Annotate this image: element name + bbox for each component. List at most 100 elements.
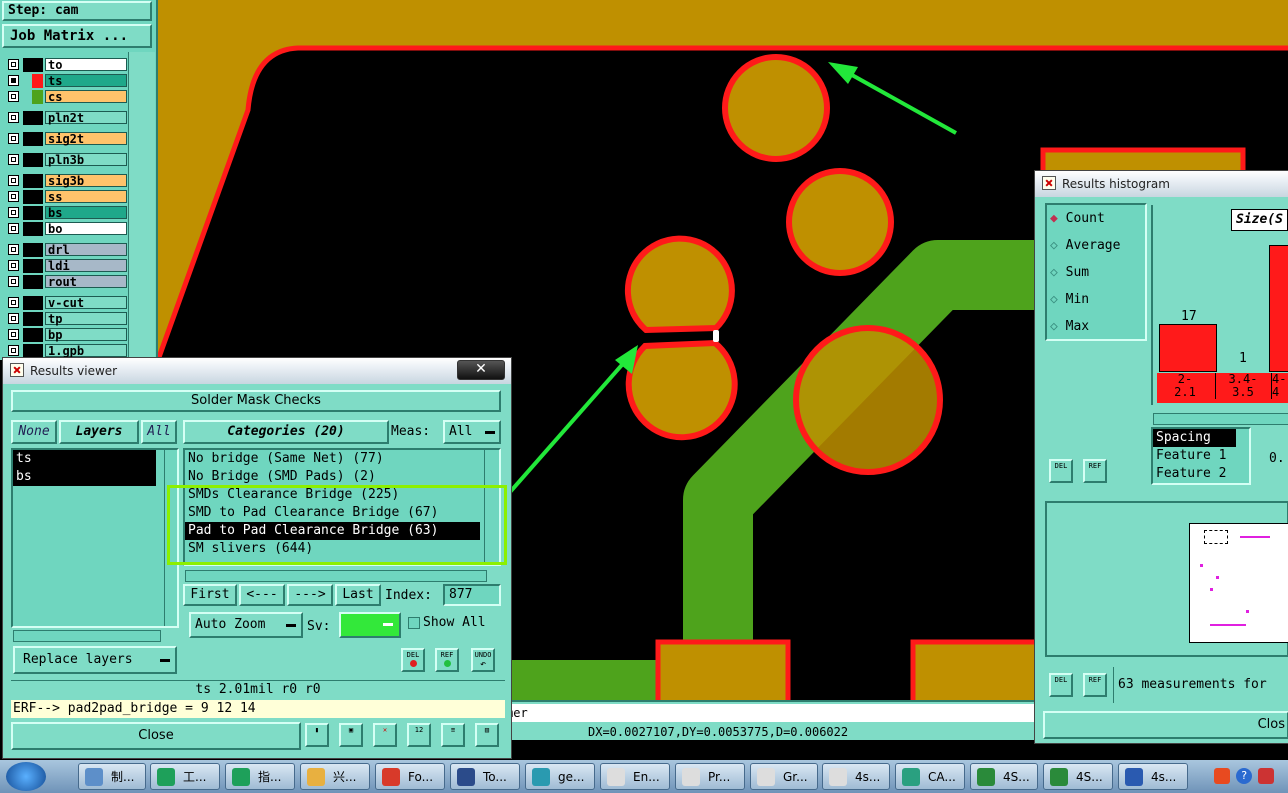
field-item[interactable]: Feature 1 [1153,447,1249,465]
sequence-icon[interactable]: 12 [407,723,431,747]
app-icon [457,768,475,786]
field-item[interactable]: Spacing [1153,429,1236,447]
solder-mask-checks-header: Solder Mask Checks [11,390,501,412]
job-matrix-button[interactable]: Job Matrix ... [2,24,152,48]
layer-row-tp[interactable]: tp [6,312,127,326]
scatter-point [1240,536,1270,538]
category-item[interactable]: No Bridge (SMD Pads) (2) [185,468,499,486]
layers-button[interactable]: Layers [59,420,139,444]
start-button[interactable] [6,762,46,791]
layer-row-ss[interactable]: ss [6,190,127,204]
auto-zoom-dropdown[interactable]: Auto Zoom [189,612,303,638]
layer-row-ts[interactable]: ts [6,74,127,88]
layer-scrollbar[interactable] [128,52,155,358]
taskbar-item[interactable]: CA... [895,763,965,790]
taskbar-item[interactable]: 4S... [1043,763,1113,790]
app-icon [232,768,250,786]
ref-cross-icon[interactable]: ✕ [373,723,397,747]
next-button[interactable]: ---> [287,584,333,606]
hist-ref-button[interactable]: REF [1083,459,1107,483]
layer-row-pln3b[interactable]: pln3b [6,153,127,167]
sv-label: Sv: [307,619,331,634]
results-viewer-title: Results viewer [30,364,118,378]
layer-row-rout[interactable]: rout [6,275,127,289]
categories-button[interactable]: Categories (20) [183,420,389,444]
auto-zoom-label: Auto Zoom [195,617,266,632]
taskbar-item[interactable]: Gr... [750,763,818,790]
first-button[interactable]: First [183,584,237,606]
index-input[interactable]: 877 [443,584,501,606]
histogram-bar[interactable] [1159,324,1217,372]
hist-del-button[interactable]: DEL [1049,459,1073,483]
category-item[interactable]: No bridge (Same Net) (77) [185,450,499,468]
none-button[interactable]: None [11,420,57,444]
export-icon[interactable]: ▣ [339,723,363,747]
layer-row-cs[interactable]: cs [6,90,127,104]
prev-button[interactable]: <--- [239,584,285,606]
option-min[interactable]: ◇ Min [1047,286,1145,313]
layer-row-pln2t[interactable]: pln2t [6,111,127,125]
layer-row-v-cut[interactable]: v-cut [6,296,127,310]
option-average[interactable]: ◇ Average [1047,232,1145,259]
layer-row-sig2t[interactable]: sig2t [6,132,127,146]
pad-lower [625,339,738,441]
field-list[interactable]: Spacing Feature 1 Feature 2 [1151,427,1251,485]
histogram-titlebar[interactable]: Results histogram [1035,171,1288,197]
results-viewer-window: Results viewer ✕ Solder Mask Checks None… [2,357,512,759]
option-sum[interactable]: ◇ Sum [1047,259,1145,286]
layer-row-to[interactable]: to [6,58,127,72]
taskbar-item[interactable]: En... [600,763,670,790]
taskbar-item[interactable]: 4s... [1118,763,1188,790]
close-button[interactable]: Close [11,722,301,750]
meas-dropdown[interactable]: All [443,420,501,444]
hist-del-button-2[interactable]: DEL [1049,673,1073,697]
taskbar-item[interactable]: Fo... [375,763,445,790]
bar-chart-icon[interactable]: ▥ [475,723,499,747]
sv-color-dropdown[interactable] [339,612,401,638]
layer-row-bp[interactable]: bp [6,328,127,342]
help-icon[interactable]: ? [1236,768,1252,784]
layer-list-hscroll[interactable] [13,630,161,642]
option-count[interactable]: ◆ Count [1047,205,1145,232]
taskbar-item[interactable]: 4S... [970,763,1038,790]
measurements-text: 63 measurements for [1113,667,1288,703]
field-item[interactable]: Feature 2 [1153,465,1249,483]
list-item[interactable]: ts [13,450,156,468]
del-button[interactable]: DEL [401,648,425,672]
histogram-close-button[interactable]: Clos [1043,711,1288,739]
report-icon[interactable]: ≡ [441,723,465,747]
hist-ref-button-2[interactable]: REF [1083,673,1107,697]
layer-row-sig3b[interactable]: sig3b [6,174,127,188]
taskbar-item[interactable]: To... [450,763,520,790]
last-button[interactable]: Last [335,584,381,606]
taskbar-item[interactable]: ge... [525,763,595,790]
taskbar-item[interactable]: 指... [225,763,295,790]
show-all-checkbox[interactable] [408,617,420,629]
chart-hscroll[interactable] [1153,413,1288,425]
input-method-icon[interactable] [1214,768,1230,784]
taskbar-item[interactable]: 制... [78,763,146,790]
tray-icon[interactable] [1258,768,1274,784]
option-max[interactable]: ◇ Max [1047,313,1145,340]
layer-row-bs[interactable]: bs [6,206,127,220]
close-icon[interactable]: ✕ [457,360,505,380]
layer-row-bo[interactable]: bo [6,222,127,236]
layer-row-1gpb[interactable]: 1.gpb [6,344,127,358]
taskbar-item[interactable]: 工... [150,763,220,790]
category-hscroll[interactable] [185,570,487,582]
layer-row-drl[interactable]: drl [6,243,127,257]
list-item[interactable]: bs [13,468,156,486]
bin-row: 2- 2.1 3.4- 3.5 4- 4 [1157,373,1288,403]
replace-layers-dropdown[interactable]: Replace layers [13,646,177,674]
layer-row-ldi[interactable]: ldi [6,259,127,273]
taskbar-item[interactable]: 4s... [822,763,890,790]
ref-button[interactable]: REF [435,648,459,672]
taskbar-item[interactable]: Pr... [675,763,745,790]
taskbar-item[interactable]: 兴... [300,763,370,790]
histogram-bar[interactable] [1269,245,1288,372]
results-viewer-titlebar[interactable]: Results viewer ✕ [3,358,511,384]
undo-button[interactable]: UNDO ↶ [471,648,495,672]
all-layers-button[interactable]: All [141,420,177,444]
histogram-icon[interactable]: ▮ [305,723,329,747]
layer-result-list[interactable]: ts bs [11,448,179,628]
